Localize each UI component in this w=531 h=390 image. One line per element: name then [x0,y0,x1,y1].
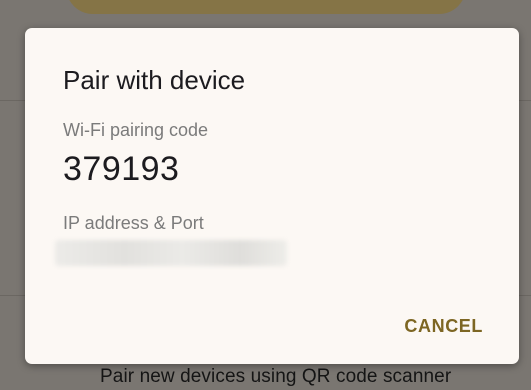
pairing-code-value: 379193 [63,150,180,188]
pairing-code-label: Wi-Fi pairing code [63,120,209,140]
cancel-button[interactable]: CANCEL [404,316,483,337]
background-top-button [66,0,466,14]
pair-qr-option: Pair new devices using QR code scanner [100,366,452,387]
dialog-title: Pair with device [63,65,246,95]
ip-address-value-redacted [55,240,287,266]
pair-device-dialog: Pair with device Wi-Fi pairing code 3791… [25,28,519,364]
ip-address-label: IP address & Port [63,213,204,233]
